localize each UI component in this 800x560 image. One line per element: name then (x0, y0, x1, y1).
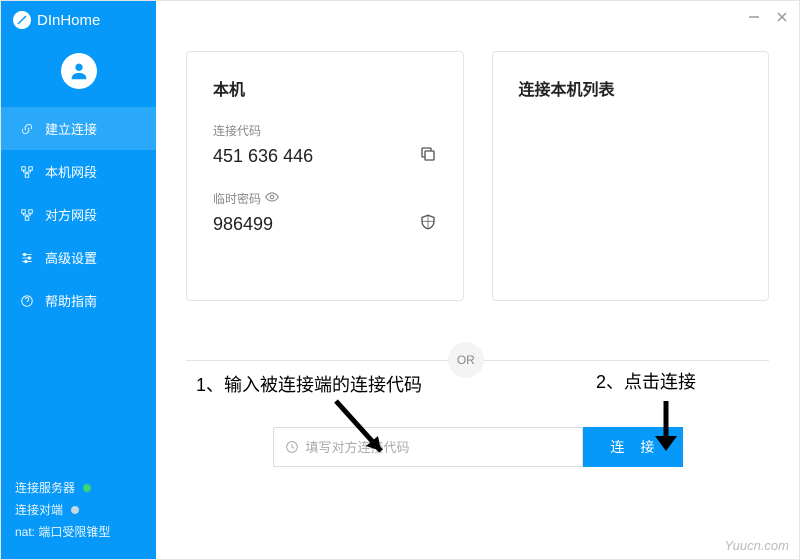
status-peer: 连接对端 (15, 501, 142, 518)
avatar[interactable] (61, 53, 97, 89)
eye-icon[interactable] (265, 190, 279, 207)
sidebar-item-label: 高级设置 (45, 248, 97, 267)
brand: DInHome (1, 1, 156, 39)
sliders-icon (19, 250, 35, 266)
sidebar-item-advanced[interactable]: 高级设置 (1, 236, 156, 279)
status-dot-icon (71, 506, 79, 514)
shield-icon[interactable] (419, 213, 437, 236)
code-label: 连接代码 (213, 122, 437, 139)
watermark: Yuucn.com (724, 538, 789, 553)
network-icon (19, 207, 35, 223)
local-card: 本机 连接代码 451 636 446 临时密码 986499 (186, 51, 464, 301)
list-card-title: 连接本机列表 (519, 76, 743, 100)
avatar-area (1, 39, 156, 107)
sidebar-item-local-net[interactable]: 本机网段 (1, 150, 156, 193)
brand-icon (13, 11, 31, 29)
status-server: 连接服务器 (15, 479, 142, 496)
main-area: 本机 连接代码 451 636 446 临时密码 986499 (156, 1, 799, 559)
connect-button[interactable]: 连 接 (583, 427, 683, 467)
list-card: 连接本机列表 (492, 51, 770, 301)
titlebar (156, 1, 799, 33)
help-icon (19, 293, 35, 309)
sidebar-item-remote-net[interactable]: 对方网段 (1, 193, 156, 236)
sidebar-item-label: 建立连接 (45, 119, 97, 138)
sidebar-item-label: 帮助指南 (45, 291, 97, 310)
or-badge: OR (448, 342, 484, 378)
sidebar-nav: 建立连接 本机网段 对方网段 高级设置 帮助指南 (1, 107, 156, 469)
brand-text: DInHome (37, 12, 100, 29)
sidebar-item-label: 本机网段 (45, 162, 97, 181)
sidebar: DInHome 建立连接 本机网段 对方网段 高级设置 (1, 1, 156, 559)
code-value: 451 636 446 (213, 146, 313, 167)
status-label: 连接对端 (15, 501, 63, 518)
network-icon (19, 164, 35, 180)
status-dot-icon (83, 484, 91, 492)
status-area: 连接服务器 连接对端 nat: 端口受限锥型 (1, 469, 156, 559)
sidebar-item-label: 对方网段 (45, 205, 97, 224)
copy-icon[interactable] (419, 145, 437, 168)
connect-code-input[interactable] (306, 440, 572, 455)
status-label: 连接服务器 (15, 479, 75, 496)
minimize-icon[interactable] (747, 10, 761, 24)
pwd-label: 临时密码 (213, 190, 437, 207)
local-card-title: 本机 (213, 76, 437, 100)
status-nat: nat: 端口受限锥型 (15, 523, 142, 540)
sidebar-item-help[interactable]: 帮助指南 (1, 279, 156, 322)
connect-row: 连 接 (186, 427, 769, 467)
input-prefix-icon (284, 439, 300, 455)
close-icon[interactable] (775, 10, 789, 24)
or-divider: OR (186, 345, 769, 375)
link-icon (19, 121, 35, 137)
status-nat-text: nat: 端口受限锥型 (15, 523, 110, 540)
connect-input-wrap[interactable] (273, 427, 583, 467)
pwd-value: 986499 (213, 214, 273, 235)
sidebar-item-connect[interactable]: 建立连接 (1, 107, 156, 150)
